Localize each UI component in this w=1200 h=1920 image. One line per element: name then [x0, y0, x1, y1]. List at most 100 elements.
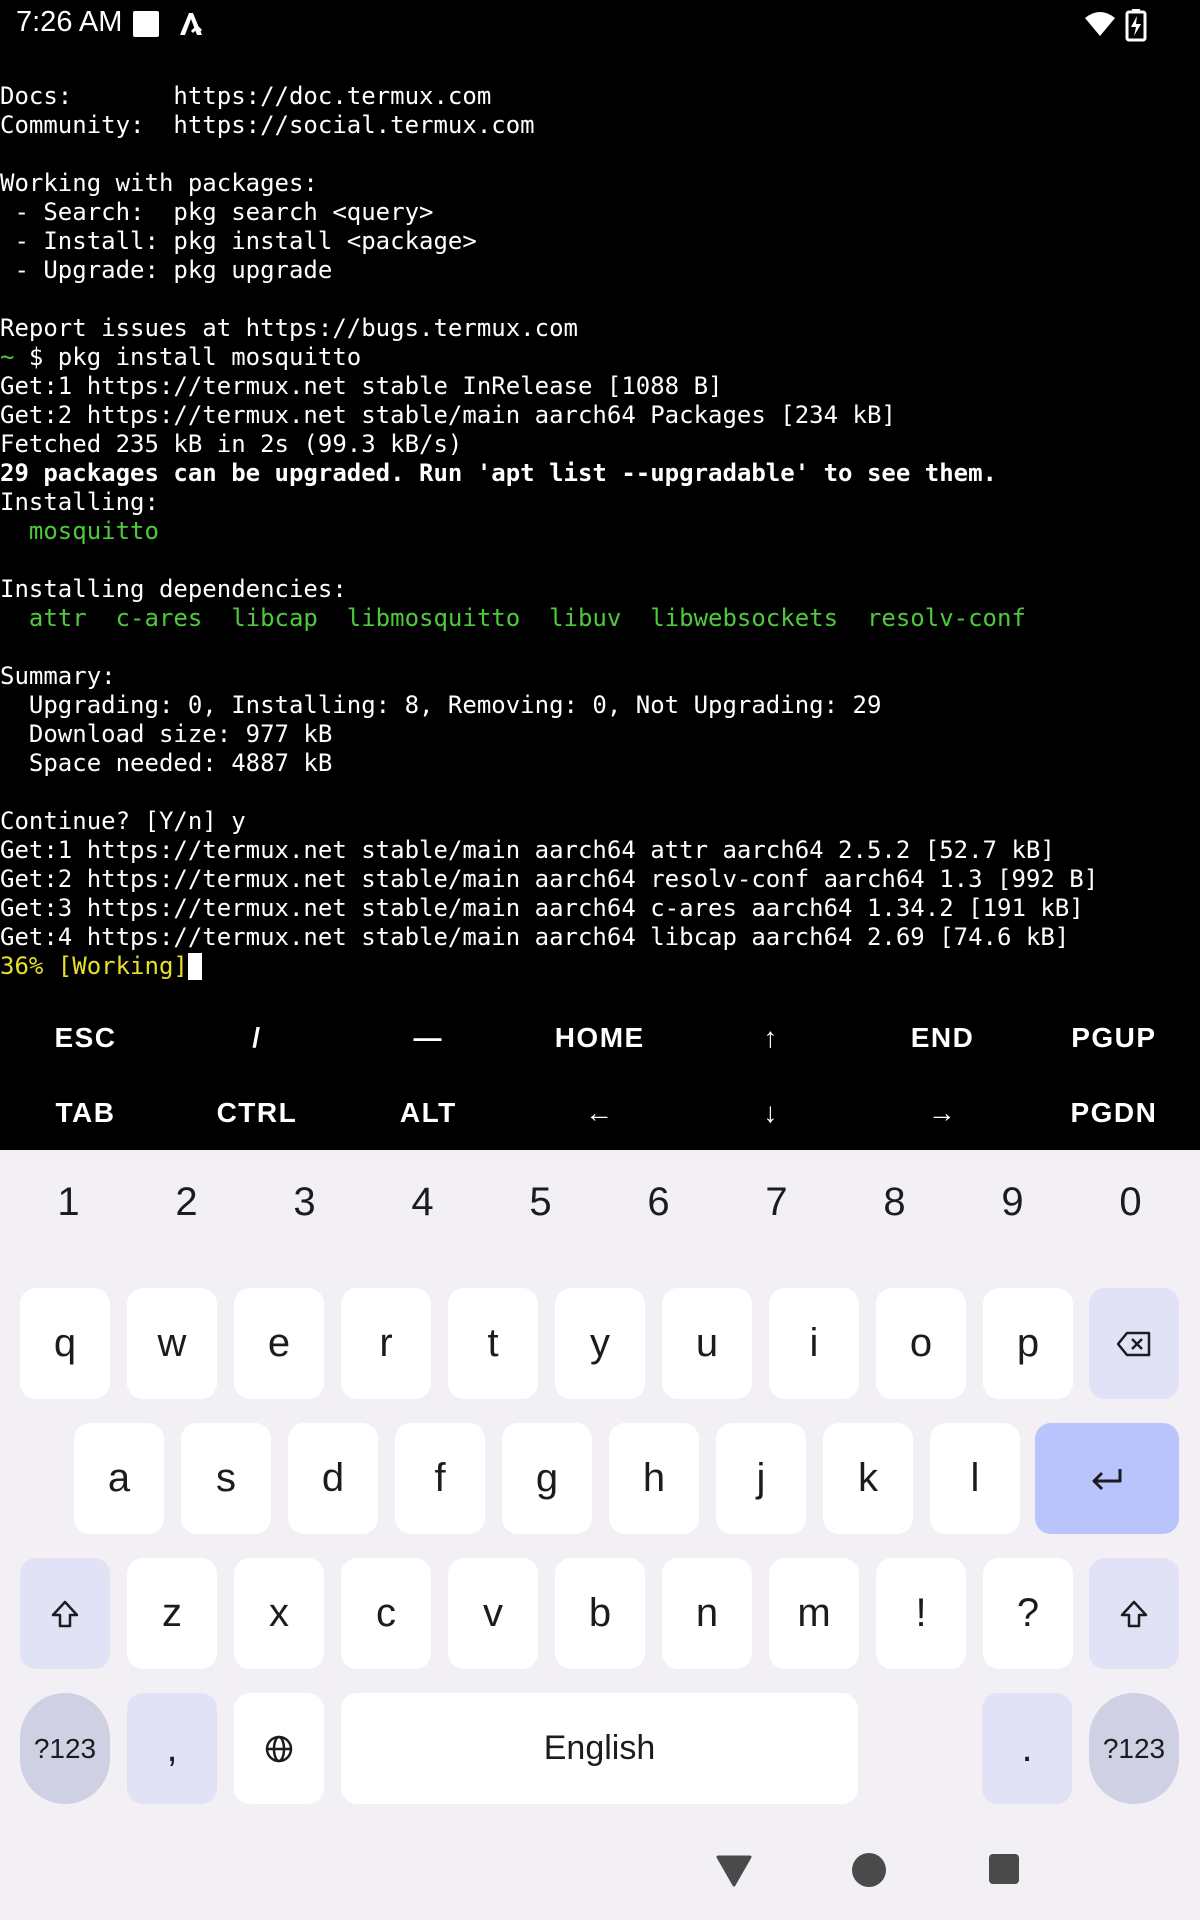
key[interactable]: k — [823, 1423, 913, 1534]
number-key[interactable]: 1 — [10, 1180, 127, 1230]
symbols-key-right[interactable]: ?123 — [1089, 1693, 1179, 1804]
text-cursor — [187, 953, 202, 980]
key[interactable]: b — [555, 1558, 645, 1669]
extra-key[interactable]: END — [857, 1000, 1028, 1075]
home-icon[interactable] — [851, 1852, 887, 1892]
number-key[interactable]: 7 — [718, 1180, 835, 1230]
terminal-line: Installing dependencies: — [0, 575, 347, 603]
key[interactable]: w — [127, 1288, 217, 1399]
terminal-line: Installing: — [0, 488, 159, 516]
key[interactable]: d — [288, 1423, 378, 1534]
progress-text: 36% [Working] — [0, 952, 188, 980]
terminal-output[interactable]: Docs: https://doc.termux.com Community: h… — [0, 82, 1200, 982]
key[interactable]: r — [341, 1288, 431, 1399]
enter-key[interactable] — [1035, 1423, 1179, 1534]
space-bar[interactable]: English — [341, 1693, 858, 1804]
extra-key[interactable]: ALT — [343, 1075, 514, 1150]
terminal-line: Upgrading: 0, Installing: 8, Removing: 0… — [0, 691, 882, 719]
back-icon[interactable] — [715, 1854, 753, 1892]
status-bar: 7:26 AM — [0, 0, 1200, 50]
extra-key[interactable]: — — [343, 1000, 514, 1075]
key[interactable]: s — [181, 1423, 271, 1534]
key[interactable]: j — [716, 1423, 806, 1534]
language-switch-key[interactable] — [234, 1693, 324, 1804]
key[interactable]: a — [74, 1423, 164, 1534]
terminal-line: Get:4 https://termux.net stable/main aar… — [0, 923, 1070, 951]
terminal-line: ~ $ pkg install mosquitto — [0, 343, 1200, 372]
shift-icon — [1120, 1600, 1148, 1627]
key[interactable]: t — [448, 1288, 538, 1399]
key[interactable]: y — [555, 1288, 645, 1399]
key[interactable]: f — [395, 1423, 485, 1534]
key[interactable]: l — [930, 1423, 1020, 1534]
extra-key[interactable]: ← — [514, 1075, 685, 1150]
extra-key[interactable]: CTRL — [171, 1075, 342, 1150]
terminal-line: Fetched 235 kB in 2s (99.3 kB/s) — [0, 430, 463, 458]
extra-key[interactable]: HOME — [514, 1000, 685, 1075]
number-key[interactable]: 4 — [364, 1180, 481, 1230]
key[interactable]: ? — [983, 1558, 1073, 1669]
key[interactable]: h — [609, 1423, 699, 1534]
shift-key-right[interactable] — [1089, 1558, 1179, 1669]
number-key[interactable]: 5 — [482, 1180, 599, 1230]
terminal-line: Working with packages: — [0, 169, 318, 197]
recents-icon[interactable] — [988, 1853, 1020, 1889]
terminal-line: Community: https://social.termux.com — [0, 111, 535, 139]
key[interactable]: p — [983, 1288, 1073, 1399]
notification-square-icon — [131, 8, 161, 44]
status-time: 7:26 AM — [16, 6, 123, 38]
number-key[interactable]: 3 — [246, 1180, 363, 1230]
key[interactable]: i — [769, 1288, 859, 1399]
period-key[interactable]: . — [982, 1693, 1072, 1804]
extra-key[interactable]: PGUP — [1028, 1000, 1199, 1075]
terminal-line: Get:2 https://termux.net stable/main aar… — [0, 401, 896, 429]
key[interactable]: u — [662, 1288, 752, 1399]
globe-icon — [265, 1735, 293, 1762]
extra-key[interactable]: / — [171, 1000, 342, 1075]
shift-key-left[interactable] — [20, 1558, 110, 1669]
terminal-line: Summary: — [0, 662, 116, 690]
number-key[interactable]: 6 — [600, 1180, 717, 1230]
extra-key[interactable]: PGDN — [1028, 1075, 1199, 1150]
soft-keyboard: 1 2 3 4 5 6 7 8 9 0 q w e r t y u i o p a s d f g h j k l z x c v b n m!? ?1… — [0, 1150, 1200, 1920]
symbols-key-left[interactable]: ?123 — [20, 1693, 110, 1804]
extra-key[interactable]: → — [857, 1075, 1028, 1150]
key[interactable]: e — [234, 1288, 324, 1399]
package-list: attr c-ares libcap libmosquitto libuv li… — [0, 604, 1026, 632]
key[interactable]: ! — [876, 1558, 966, 1669]
extra-key[interactable]: ↓ — [686, 1075, 857, 1150]
terminal-line: Get:2 https://termux.net stable/main aar… — [0, 865, 1099, 893]
terminal-line: - Upgrade: pkg upgrade — [0, 256, 333, 284]
extra-key[interactable]: TAB — [0, 1075, 171, 1150]
terminal-line: 36% [Working] — [0, 952, 1200, 981]
key[interactable]: g — [502, 1423, 592, 1534]
number-key[interactable]: 8 — [836, 1180, 953, 1230]
terminal-line: Continue? [Y/n] y — [0, 807, 246, 835]
key[interactable]: q — [20, 1288, 110, 1399]
extra-key[interactable]: ESC — [0, 1000, 171, 1075]
number-key[interactable]: 2 — [128, 1180, 245, 1230]
extra-key[interactable]: ↑ — [686, 1000, 857, 1075]
number-key[interactable]: 9 — [954, 1180, 1071, 1230]
key[interactable]: o — [876, 1288, 966, 1399]
key[interactable]: n — [662, 1558, 752, 1669]
wifi-icon — [1084, 8, 1116, 44]
app-notification-icon — [176, 8, 206, 44]
comma-key[interactable]: , — [127, 1693, 217, 1804]
key[interactable]: c — [341, 1558, 431, 1669]
key[interactable]: v — [448, 1558, 538, 1669]
terminal-line: attr c-ares libcap libmosquitto libuv li… — [0, 604, 1200, 633]
terminal-line: Space needed: 4887 kB — [0, 749, 333, 777]
key[interactable]: x — [234, 1558, 324, 1669]
key[interactable]: m — [769, 1558, 859, 1669]
backspace-key[interactable] — [1089, 1288, 1179, 1399]
shell-command: $ pkg install mosquitto — [14, 343, 362, 371]
number-key[interactable]: 0 — [1072, 1180, 1189, 1230]
extra-keys-bar: ESC / — HOME ↑ END PGUP TAB CTRL ALT ← ↓ → PGDN — [0, 1000, 1200, 1150]
terminal-line: Report issues at https://bugs.termux.com — [0, 314, 578, 342]
key[interactable]: z — [127, 1558, 217, 1669]
package-list: mosquitto — [0, 517, 159, 545]
